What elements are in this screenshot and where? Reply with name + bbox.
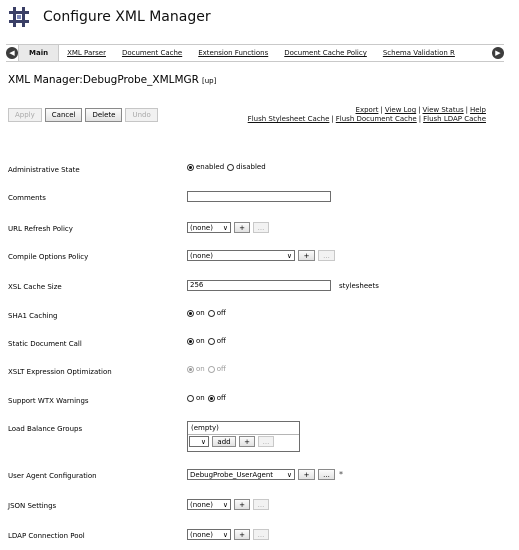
xsl-cache-row: XSL Cache Size 256 stylesheets	[8, 280, 498, 296]
static-doc-off-radio[interactable]	[207, 337, 215, 345]
url-refresh-add-button[interactable]: +	[234, 222, 250, 233]
chevron-down-icon: ∨	[222, 500, 228, 509]
url-refresh-label: URL Refresh Policy	[8, 225, 73, 233]
help-link[interactable]: Help	[470, 106, 486, 114]
json-settings-add-button[interactable]: +	[234, 499, 250, 510]
xsl-cache-unit: stylesheets	[339, 281, 379, 290]
compile-options-edit-button[interactable]: ...	[318, 250, 335, 261]
tab-scroll-right-icon[interactable]: ▶	[492, 47, 504, 59]
wtx-on-radio[interactable]	[187, 394, 194, 402]
undo-button[interactable]: Undo	[125, 108, 158, 122]
apply-button[interactable]: Apply	[8, 108, 42, 122]
page-title: Configure XML Manager	[43, 9, 211, 25]
comments-input[interactable]	[187, 191, 331, 202]
object-heading: XML Manager:DebugProbe_XMLMGR [up]	[8, 74, 216, 86]
tab-xml-parser[interactable]: XML Parser	[59, 49, 114, 57]
tab-scroll-left-icon[interactable]: ◀	[6, 47, 18, 59]
tab-document-cache[interactable]: Document Cache	[114, 49, 190, 57]
xslt-expr-off-radio[interactable]	[207, 365, 215, 373]
ldap-pool-row: LDAP Connection Pool (none) ∨ + ...	[8, 529, 498, 545]
compile-options-add-button[interactable]: +	[298, 250, 315, 261]
json-settings-edit-button[interactable]: ...	[253, 499, 269, 510]
flush-document-cache-link[interactable]: Flush Document Cache	[336, 115, 417, 123]
admin-state-enabled-radio[interactable]	[187, 163, 194, 171]
tab-document-cache-policy[interactable]: Document Cache Policy	[276, 49, 375, 57]
sha1-off-radio[interactable]	[207, 309, 215, 317]
xslt-expr-on-radio[interactable]	[187, 365, 194, 373]
load-balance-select[interactable]: ∨	[189, 436, 209, 447]
object-name: XML Manager:DebugProbe_XMLMGR	[8, 74, 199, 86]
url-refresh-edit-button[interactable]: ...	[253, 222, 269, 233]
tab-bar: ◀ Main XML Parser Document Cache Extensi…	[6, 44, 504, 62]
xsl-cache-label: XSL Cache Size	[8, 283, 62, 291]
sha1-label: SHA1 Caching	[8, 312, 58, 320]
flush-stylesheet-cache-link[interactable]: Flush Stylesheet Cache	[248, 115, 330, 123]
sha1-row: SHA1 Caching on off	[8, 309, 226, 320]
compile-options-select[interactable]: (none) ∨	[187, 250, 295, 261]
tab-extension-functions[interactable]: Extension Functions	[190, 49, 276, 57]
tab-main[interactable]: Main	[18, 45, 60, 61]
compile-options-label: Compile Options Policy	[8, 253, 89, 261]
required-marker: *	[339, 470, 343, 479]
url-refresh-row: URL Refresh Policy (none) ∨ + ...	[8, 222, 498, 238]
export-link[interactable]: Export	[356, 106, 379, 114]
wtx-row: Support WTX Warnings on off	[8, 394, 226, 405]
user-agent-label: User Agent Configuration	[8, 472, 97, 480]
admin-state-disabled-radio[interactable]	[227, 163, 235, 171]
static-doc-label: Static Document Call	[8, 340, 82, 348]
ldap-pool-select[interactable]: (none) ∨	[187, 529, 231, 540]
page-header: Configure XML Manager	[8, 4, 211, 30]
json-settings-select[interactable]: (none) ∨	[187, 499, 231, 510]
load-balance-row: Load Balance Groups (empty) ∨ add + ...	[8, 421, 498, 452]
load-balance-add-button[interactable]: add	[212, 436, 236, 447]
load-balance-label: Load Balance Groups	[8, 425, 83, 433]
user-agent-select[interactable]: DebugProbe_UserAgent ∨	[187, 469, 295, 480]
wtx-off-radio[interactable]	[207, 394, 215, 402]
json-settings-row: JSON Settings (none) ∨ + ...	[8, 499, 498, 515]
admin-state-enabled-label: enabled	[196, 163, 225, 171]
load-balance-empty: (empty)	[191, 424, 219, 432]
admin-state-disabled-label: disabled	[236, 163, 266, 171]
chevron-down-icon: ∨	[222, 223, 228, 232]
grid-hash-icon	[9, 7, 29, 27]
user-agent-add-button[interactable]: +	[298, 469, 315, 480]
chevron-down-icon: ∨	[286, 251, 292, 260]
xsl-cache-input[interactable]: 256	[187, 280, 331, 291]
chevron-down-icon: ∨	[286, 470, 292, 479]
comments-label: Comments	[8, 194, 46, 202]
load-balance-list: (empty) ∨ add + ...	[187, 421, 300, 452]
view-log-link[interactable]: View Log	[385, 106, 416, 114]
load-balance-edit-button[interactable]: ...	[258, 436, 274, 447]
static-doc-on-radio[interactable]	[187, 337, 194, 345]
cancel-button[interactable]: Cancel	[44, 108, 83, 122]
chevron-down-icon: ∨	[222, 530, 228, 539]
load-balance-new-button[interactable]: +	[239, 436, 255, 447]
action-links: Export | View Log | View Status | Help Flush S…	[247, 106, 486, 123]
admin-state-label: Administrative State	[8, 166, 80, 174]
user-agent-row: User Agent Configuration DebugProbe_User…	[8, 469, 498, 485]
tab-schema-validation[interactable]: Schema Validation R	[375, 49, 463, 57]
compile-options-row: Compile Options Policy (none) ∨ + ...	[8, 250, 498, 266]
static-doc-row: Static Document Call on off	[8, 337, 226, 348]
flush-ldap-cache-link[interactable]: Flush LDAP Cache	[423, 115, 486, 123]
admin-state-row: Administrative State enabled disabled	[8, 163, 498, 179]
xslt-expr-row: XSLT Expression Optimization on off	[8, 365, 226, 376]
xslt-expr-label: XSLT Expression Optimization	[8, 368, 112, 376]
status-badge: [up]	[201, 77, 217, 85]
wtx-label: Support WTX Warnings	[8, 397, 89, 405]
sha1-on-radio[interactable]	[187, 309, 194, 317]
view-status-link[interactable]: View Status	[423, 106, 464, 114]
ldap-pool-label: LDAP Connection Pool	[8, 532, 85, 540]
ldap-pool-add-button[interactable]: +	[234, 529, 250, 540]
delete-button[interactable]: Delete	[85, 108, 123, 122]
json-settings-label: JSON Settings	[8, 502, 57, 510]
comments-row: Comments	[8, 191, 498, 207]
chevron-down-icon: ∨	[200, 437, 206, 446]
ldap-pool-edit-button[interactable]: ...	[253, 529, 269, 540]
url-refresh-select[interactable]: (none) ∨	[187, 222, 231, 233]
user-agent-edit-button[interactable]: ...	[318, 469, 335, 480]
action-buttons: Apply Cancel Delete Undo	[8, 108, 158, 122]
